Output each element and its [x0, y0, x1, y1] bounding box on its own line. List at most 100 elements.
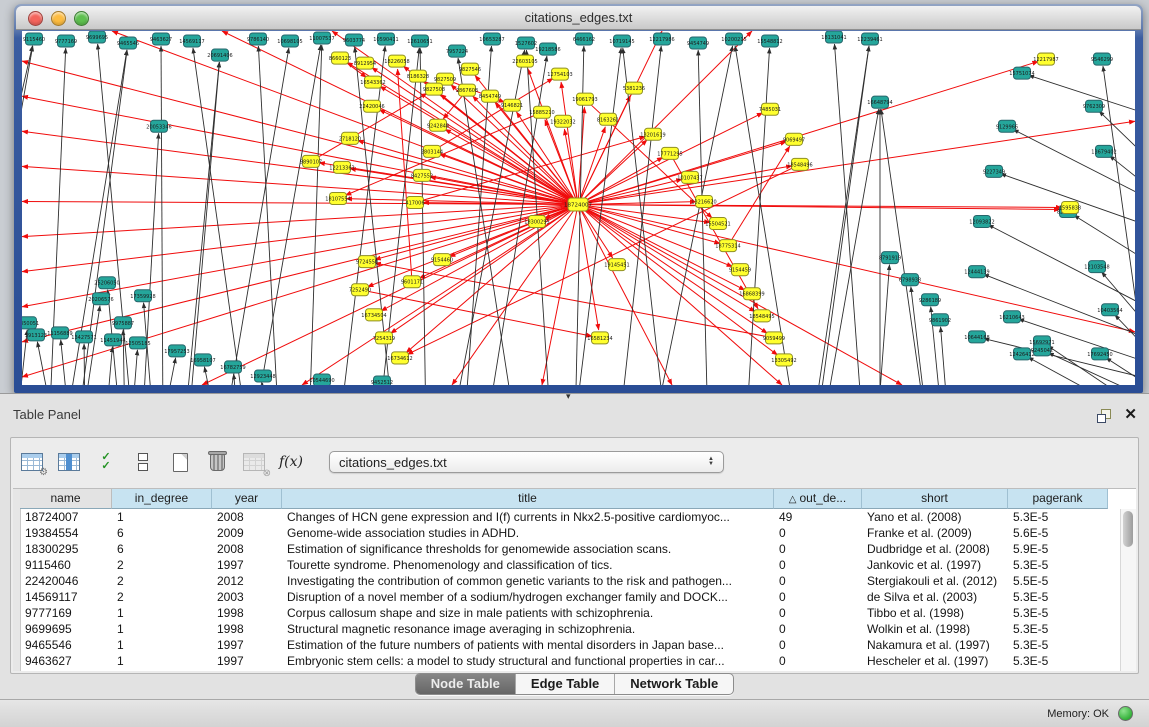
table-row[interactable]: 977716911998Corpus callosum shape and si… [20, 605, 1120, 621]
graph-node[interactable]: 3913123 [25, 329, 47, 341]
graph-node-hub[interactable]: 18724007 [564, 198, 592, 211]
graph-node[interactable]: 9861902 [929, 314, 951, 326]
graph-node[interactable]: 12239461 [857, 33, 882, 45]
scrollbar-thumb[interactable] [1123, 511, 1133, 547]
graph-node[interactable]: 11007537 [309, 32, 334, 44]
table-settings-icon[interactable]: ⚙ [19, 448, 45, 476]
graph-node[interactable]: 12217987 [1033, 53, 1058, 65]
split-divider-grip[interactable]: ▾ [566, 391, 571, 402]
table-row[interactable]: 1456911722003Disruption of a novel membe… [20, 589, 1120, 605]
graph-node[interactable]: 9146821 [501, 99, 523, 111]
table-row[interactable]: 1872400712008Changes of HCN gene express… [20, 509, 1120, 525]
graph-node[interactable]: 18226058 [384, 55, 409, 67]
graph-node[interactable]: 10653287 [479, 33, 504, 45]
graph-node[interactable]: 7254319 [373, 332, 395, 344]
tab-network-table[interactable]: Network Table [614, 674, 733, 694]
graph-node[interactable]: 19061793 [572, 93, 597, 105]
graph-node[interactable]: 5381236 [623, 82, 645, 94]
column-header-out_degree[interactable]: △out_de... [774, 489, 862, 509]
graph-node[interactable]: 9699695 [86, 31, 108, 43]
graph-node[interactable]: 9975887 [112, 317, 134, 329]
graph-node[interactable]: 18775314 [715, 240, 740, 252]
graph-node[interactable]: 9546299 [1091, 53, 1113, 65]
graph-node[interactable]: 9242848 [427, 119, 449, 131]
graph-node[interactable]: 9827546 [459, 63, 481, 75]
column-header-title[interactable]: title [282, 489, 774, 509]
graph-node[interactable]: 12213363 [329, 161, 354, 173]
graph-node[interactable]: 19145451 [604, 259, 629, 271]
graph-node[interactable]: 17359928 [130, 290, 155, 302]
graph-node[interactable]: 12610651 [407, 35, 432, 47]
graph-node[interactable]: 16581234 [587, 332, 612, 344]
graph-node[interactable]: 12923448 [250, 370, 275, 382]
graph-node[interactable]: 12217986 [649, 33, 674, 45]
graph-node[interactable]: 10719145 [609, 35, 634, 47]
graph-node[interactable]: 10590411 [373, 33, 398, 45]
graph-node[interactable]: 13305492 [771, 354, 796, 366]
close-button[interactable] [28, 11, 43, 26]
function-builder-icon[interactable]: f(x) [278, 448, 304, 476]
column-header-short[interactable]: short [862, 489, 1008, 509]
column-header-name[interactable]: name [20, 489, 112, 509]
network-window-titlebar[interactable]: citations_edges.txt [16, 6, 1141, 30]
graph-node[interactable]: 10698105 [277, 35, 302, 47]
graph-node[interactable]: 12754103 [547, 68, 572, 80]
graph-node[interactable]: 8454749 [479, 90, 501, 102]
graph-node[interactable]: 9154459 [729, 264, 751, 276]
graph-node[interactable]: 9227349 [983, 165, 1005, 177]
graph-node[interactable]: 6798938 [899, 274, 921, 286]
new-document-icon[interactable] [167, 448, 193, 476]
graph-node[interactable]: 10644168 [964, 331, 989, 343]
graph-node[interactable]: 17957253 [164, 345, 189, 357]
column-header-pagerank[interactable]: pagerank [1008, 489, 1108, 509]
graph-node[interactable]: 9463627 [150, 33, 172, 45]
graph-node[interactable]: 9890107 [300, 155, 322, 167]
graph-node[interactable]: 7252490 [349, 284, 371, 296]
graph-node[interactable]: 9245042 [1031, 344, 1053, 356]
tab-edge-table[interactable]: Edge Table [515, 674, 614, 694]
graph-node[interactable]: 9069497 [783, 133, 805, 145]
graph-node[interactable]: 8350051 [22, 317, 39, 329]
graph-node[interactable]: 16210643 [999, 311, 1024, 323]
row-height-icon[interactable] [130, 448, 156, 476]
graph-node[interactable]: 22603105 [512, 55, 537, 67]
graph-node[interactable]: 20206576 [88, 293, 113, 305]
table-row[interactable]: 1938455462009Genome-wide association stu… [20, 525, 1120, 541]
table-row[interactable]: 911546021997Tourette syndrome. Phenomeno… [20, 557, 1120, 573]
vertical-scrollbar[interactable] [1120, 509, 1136, 671]
graph-node[interactable]: 9777169 [55, 35, 77, 47]
graph-node[interactable]: 14569117 [179, 35, 204, 47]
graph-node[interactable]: 20691406 [207, 49, 232, 61]
graph-node[interactable]: 20053346 [146, 120, 171, 132]
graph-node[interactable]: 12444139 [964, 266, 989, 278]
graph-node[interactable]: 16543362 [360, 76, 385, 88]
graph-node[interactable]: 16782759 [220, 361, 245, 373]
graph-node[interactable]: 10544690 [309, 374, 334, 385]
table-select-dropdown[interactable]: citations_edges.txt ▲▼ [329, 451, 724, 473]
graph-node[interactable]: 9724550 [356, 256, 378, 268]
graph-node[interactable]: 7485031 [759, 103, 781, 115]
graph-node[interactable]: 8186328 [407, 70, 429, 82]
table-row[interactable]: 1830029562008Estimation of significance … [20, 541, 1120, 557]
graph-node[interactable]: 25206050 [94, 277, 119, 289]
graph-node[interactable]: 16648794 [867, 96, 892, 108]
network-canvas[interactable]: 9115460977716996996959465546946362714569… [22, 31, 1135, 385]
graph-node[interactable]: 9115460 [23, 33, 45, 45]
graph-node[interactable]: 9827508 [423, 83, 445, 95]
graph-node[interactable]: 1595838 [1059, 201, 1081, 213]
graph-node[interactable]: 19322032 [550, 115, 575, 127]
table-row[interactable]: 2242004622012Investigating the contribut… [20, 573, 1120, 589]
graph-node[interactable]: 11451944 [100, 334, 125, 346]
graph-node[interactable]: 8427552 [411, 169, 433, 181]
graph-node[interactable]: 9452512 [371, 376, 393, 385]
float-panel-icon[interactable] [1097, 409, 1111, 423]
tab-node-table[interactable]: Node Table [416, 674, 515, 694]
graph-node[interactable]: 12103548 [1084, 261, 1109, 273]
graph-node[interactable]: 417006 [405, 196, 424, 208]
graph-node[interactable]: 9154460 [431, 254, 453, 266]
network-graph[interactable]: 9115460977716996996959465546946362714569… [22, 31, 1135, 385]
graph-node[interactable]: 9059499 [763, 332, 785, 344]
graph-node[interactable]: 15548812 [757, 35, 782, 47]
graph-node[interactable]: 13679402 [1091, 145, 1116, 157]
graph-node[interactable]: 2867608 [456, 84, 478, 96]
